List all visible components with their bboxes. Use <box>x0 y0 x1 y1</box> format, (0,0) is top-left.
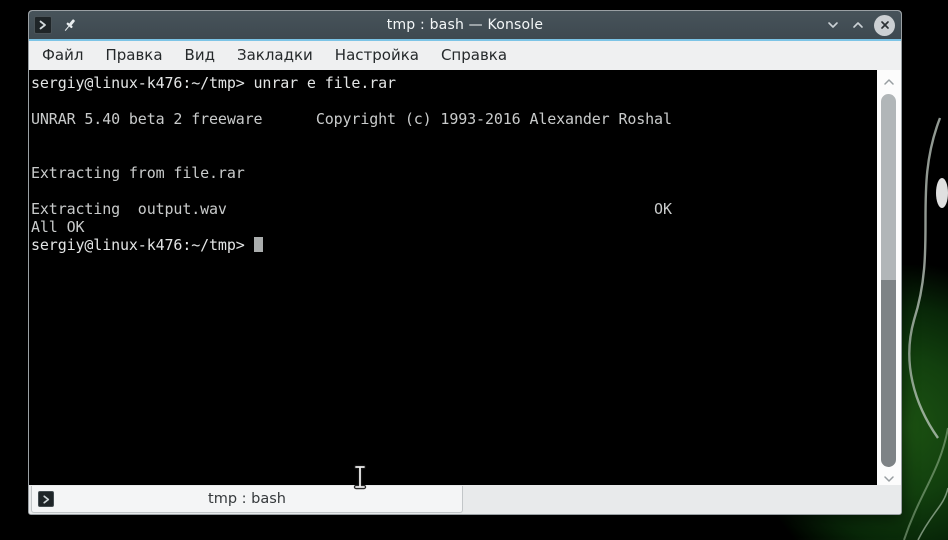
terminal-line: Extracting from file.rar <box>31 164 245 182</box>
menu-item-file[interactable]: Файл <box>31 42 94 69</box>
close-button close-x-icon[interactable] <box>874 14 895 36</box>
terminal-output[interactable]: sergiy@linux-k476:~/tmp> unrar e file.ra… <box>29 70 877 485</box>
tab-tmp-bash[interactable]: tmp : bash <box>31 486 463 513</box>
menu-item-bookmarks[interactable]: Закладки <box>226 42 324 69</box>
terminal-line: UNRAR 5.40 beta 2 freeware Copyright (c)… <box>31 110 672 128</box>
tab-label: tmp : bash <box>208 491 286 507</box>
minimize-button chevron-down-icon[interactable] <box>824 16 842 34</box>
wallpaper-swirl <box>903 117 948 540</box>
terminal-line: sergiy@linux-k476:~/tmp> unrar e file.ra… <box>31 74 396 92</box>
menu-item-view[interactable]: Вид <box>174 42 226 69</box>
scrollbar-track-segment[interactable] <box>881 94 896 282</box>
titlebar[interactable]: tmp : bash — Konsole <box>29 11 901 39</box>
terminal-prompt-line: sergiy@linux-k476:~/tmp> <box>31 236 877 254</box>
tabbar: tmp : bash <box>29 485 901 514</box>
menu-item-edit[interactable]: Правка <box>94 42 173 69</box>
scrollbar[interactable] <box>877 70 901 485</box>
menubar: Файл Правка Вид Закладки Настройка Справ… <box>29 41 901 70</box>
scrollbar-thumb[interactable] <box>881 280 896 467</box>
terminal-line: Extracting output.wav OK <box>31 200 672 218</box>
scroll-up-arrow[interactable] <box>877 72 901 91</box>
screen: tmp : bash — Konsole Файл Правка Вид Зак… <box>0 0 948 540</box>
menu-item-help[interactable]: Справка <box>430 42 518 69</box>
konsole-window: tmp : bash — Konsole Файл Правка Вид Зак… <box>28 10 902 515</box>
menu-item-settings[interactable]: Настройка <box>324 42 430 69</box>
terminal-line: All OK <box>31 218 85 236</box>
window-title: tmp : bash — Konsole <box>386 17 544 33</box>
maximize-button chevron-up-icon[interactable] <box>849 16 867 34</box>
terminal-cursor <box>253 237 263 252</box>
